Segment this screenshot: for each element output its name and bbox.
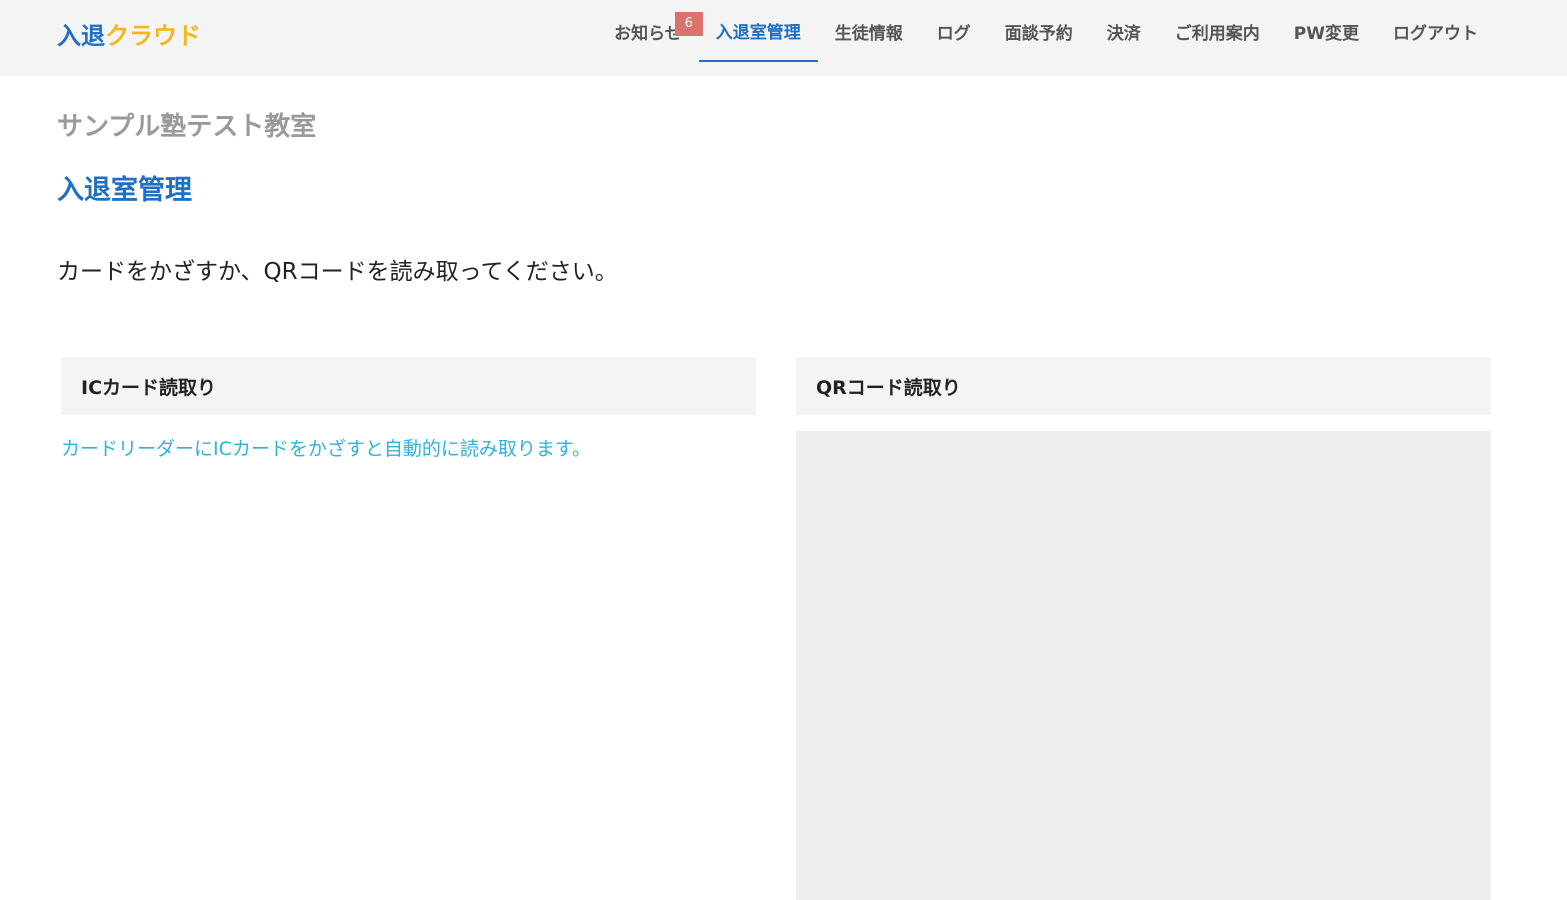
page-title: 入退室管理 (57, 175, 192, 206)
nav-item-attendance[interactable]: 入退室管理 (698, 0, 818, 62)
ic-card-note: カードリーダーにICカードをかざすと自動的に読み取ります。 (61, 438, 591, 460)
logo-text-secondary: クラウド (105, 22, 201, 50)
nav-item-label: 面談予約 (1004, 23, 1073, 44)
qr-code-panel-header: QRコード読取り (796, 357, 1491, 415)
nav-item-label: ログアウト (1393, 23, 1478, 44)
nav-item-label: 決済 (1106, 23, 1141, 44)
nav-item-students[interactable]: 生徒情報 (818, 0, 920, 62)
nav-item-password-change[interactable]: PW変更 (1277, 0, 1376, 62)
nav-item-label: 入退室管理 (715, 22, 801, 43)
nav-item-guide[interactable]: ご利用案内 (1158, 0, 1277, 62)
nav-item-label: PW変更 (1293, 23, 1359, 44)
nav-item-log[interactable]: ログ (920, 0, 988, 62)
instruction-text: カードをかざすか、QRコードを読み取ってください。 (57, 259, 618, 285)
app-logo[interactable]: 入退クラウド (57, 20, 201, 52)
qr-code-panel-title: QRコード読取り (816, 376, 961, 399)
nav-item-label: 生徒情報 (834, 23, 903, 44)
nav-item-label: お知らせ (614, 23, 682, 44)
ic-card-panel-header: ICカード読取り (61, 357, 756, 415)
nav-item-label: ご利用案内 (1174, 23, 1260, 44)
top-header: 入退クラウド お知らせ 6 入退室管理 生徒情報 ログ 面談予約 決済 ご利用案… (0, 0, 1567, 76)
nav-item-notifications[interactable]: お知らせ 6 (597, 0, 703, 62)
nav-item-logout[interactable]: ログアウト (1376, 0, 1495, 62)
main-nav: お知らせ 6 入退室管理 生徒情報 ログ 面談予約 決済 ご利用案内 PW変更 … (597, 0, 1495, 76)
nav-item-payment[interactable]: 決済 (1090, 0, 1158, 62)
logo-text-primary: 入退 (57, 22, 105, 50)
nav-item-interview[interactable]: 面談予約 (988, 0, 1090, 62)
nav-item-label: ログ (936, 23, 971, 44)
ic-card-panel-title: ICカード読取り (81, 376, 217, 399)
school-name: サンプル塾テスト教室 (57, 112, 317, 142)
qr-camera-area[interactable] (796, 431, 1491, 900)
